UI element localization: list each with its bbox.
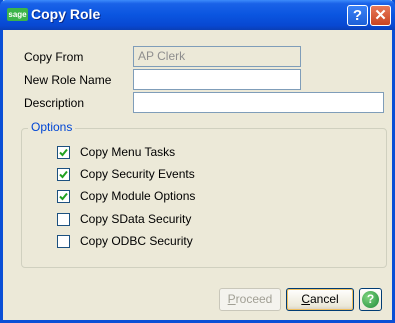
- cancel-label: ancel: [309, 292, 339, 306]
- proceed-mnemonic: P: [227, 292, 236, 306]
- description-label: Description: [24, 96, 85, 110]
- copy-from-label: Copy From: [24, 50, 84, 64]
- checkbox-box[interactable]: [57, 235, 70, 248]
- new-role-name-input[interactable]: [133, 69, 301, 90]
- new-role-name-label: New Role Name: [24, 73, 112, 87]
- help-button[interactable]: ?: [359, 288, 382, 311]
- checkbox-box[interactable]: [57, 168, 70, 181]
- copy-from-field: AP Clerk: [133, 46, 301, 67]
- options-groupbox: [21, 128, 387, 268]
- cancel-mnemonic: C: [301, 292, 310, 306]
- proceed-label: roceed: [235, 292, 273, 306]
- checkbox-box[interactable]: [57, 146, 70, 159]
- checkbox-label: Copy ODBC Security: [80, 234, 193, 248]
- cancel-button[interactable]: Cancel: [286, 288, 354, 311]
- checkmark-icon: [59, 170, 68, 179]
- sage-logo-icon: sage: [7, 8, 28, 21]
- description-input[interactable]: [133, 92, 384, 113]
- window-title: Copy Role: [31, 6, 101, 22]
- checkbox-label: Copy Module Options: [80, 189, 196, 203]
- title-help-button[interactable]: ?: [347, 5, 368, 26]
- checkmark-icon: [59, 192, 68, 201]
- checkmark-icon: [59, 148, 68, 157]
- help-icon: ?: [362, 291, 379, 308]
- checkbox-label: Copy Menu Tasks: [80, 145, 176, 159]
- title-bar[interactable]: sage Copy Role ? ✕: [0, 0, 395, 30]
- checkbox-box[interactable]: [57, 213, 70, 226]
- title-close-button[interactable]: ✕: [370, 5, 391, 26]
- checkbox-box[interactable]: [57, 190, 70, 203]
- checkbox-label: Copy SData Security: [80, 212, 192, 226]
- proceed-button[interactable]: Proceed: [219, 288, 281, 311]
- options-legend: Options: [28, 120, 76, 134]
- checkbox-label: Copy Security Events: [80, 167, 195, 181]
